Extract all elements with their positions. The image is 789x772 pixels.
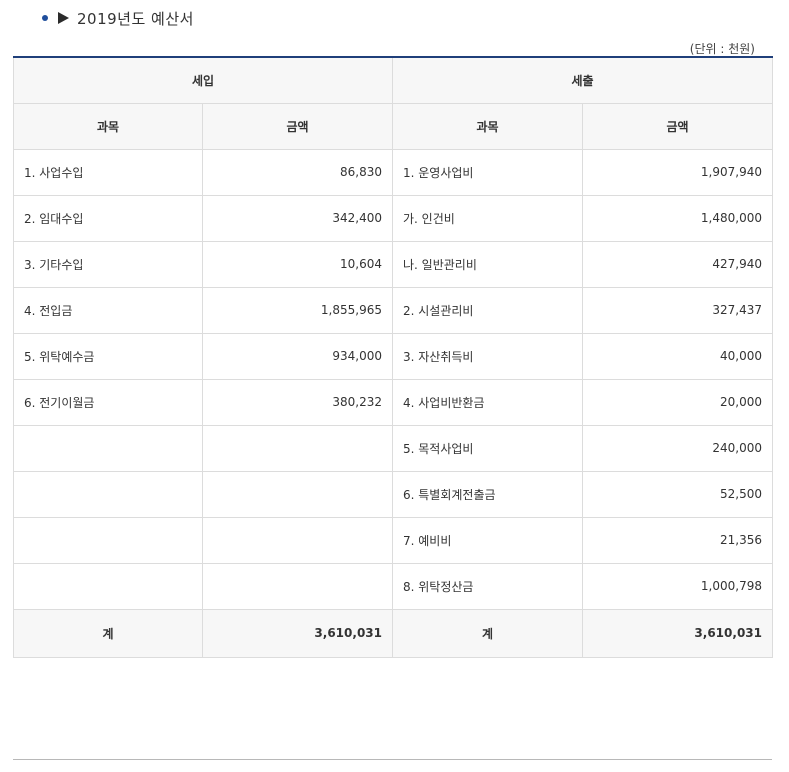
table-row: 6. 전기이월금 380,232 4. 사업비반환금 20,000 [13,378,773,426]
table-row: 5. 목적사업비 240,000 [13,424,773,472]
expenditure-item: 3. 자산취득비 [392,332,583,380]
table-row: 7. 예비비 21,356 [13,516,773,564]
revenue-amount: 342,400 [202,194,393,242]
revenue-amount: 934,000 [202,332,393,380]
unit-label: (단위 : 천원) [689,42,755,56]
expenditure-amount: 1,000,798 [582,562,773,610]
expenditure-item: 4. 사업비반환금 [392,378,583,426]
table-row: 6. 특별회계전출금 52,500 [13,470,773,518]
budget-table: 세입 세출 과목 금액 과목 금액 1. 사업수입 86,830 1. 운영사업… [13,56,773,658]
page-title: 2019년도 예산서 [77,9,194,28]
expenditure-amount: 240,000 [582,424,773,472]
expenditure-item: 8. 위탁정산금 [392,562,583,610]
expenditure-item: 나. 일반관리비 [392,240,583,288]
revenue-amount-header: 금액 [202,102,393,150]
revenue-amount [202,470,393,518]
expenditure-amount: 327,437 [582,286,773,334]
revenue-item: 2. 임대수입 [13,194,203,242]
expenditure-item: 5. 목적사업비 [392,424,583,472]
revenue-item [13,424,203,472]
revenue-amount: 86,830 [202,148,393,196]
table-row: 5. 위탁예수금 934,000 3. 자산취득비 40,000 [13,332,773,380]
expenditure-amount: 1,907,940 [582,148,773,196]
revenue-amount [202,516,393,564]
bullet-icon [42,15,48,21]
revenue-item [13,516,203,564]
revenue-header: 세입 [13,56,393,104]
revenue-item: 6. 전기이월금 [13,378,203,426]
page-title-row: 2019년도 예산서 [42,8,194,28]
expenditure-item: 2. 시설관리비 [392,286,583,334]
revenue-total-amount: 3,610,031 [202,608,393,658]
revenue-item [13,562,203,610]
revenue-total-label: 계 [13,608,203,658]
expenditure-amount: 52,500 [582,470,773,518]
expenditure-header: 세출 [392,56,773,104]
expenditure-amount-header: 금액 [582,102,773,150]
expenditure-amount: 1,480,000 [582,194,773,242]
expenditure-item: 6. 특별회계전출금 [392,470,583,518]
table-subheader-row: 과목 금액 과목 금액 [13,102,773,150]
bottom-divider [13,759,772,760]
revenue-amount: 1,855,965 [202,286,393,334]
revenue-item [13,470,203,518]
revenue-item: 5. 위탁예수금 [13,332,203,380]
triangle-right-icon [58,12,69,24]
revenue-amount: 10,604 [202,240,393,288]
expenditure-amount: 40,000 [582,332,773,380]
revenue-amount: 380,232 [202,378,393,426]
expenditure-item: 7. 예비비 [392,516,583,564]
expenditure-amount: 21,356 [582,516,773,564]
table-header-row: 세입 세출 [13,56,773,104]
expenditure-amount: 427,940 [582,240,773,288]
expenditure-item: 1. 운영사업비 [392,148,583,196]
revenue-item-header: 과목 [13,102,203,150]
table-row: 4. 전입금 1,855,965 2. 시설관리비 327,437 [13,286,773,334]
table-row: 2. 임대수입 342,400 가. 인건비 1,480,000 [13,194,773,242]
table-row: 3. 기타수입 10,604 나. 일반관리비 427,940 [13,240,773,288]
revenue-item: 3. 기타수입 [13,240,203,288]
revenue-item: 4. 전입금 [13,286,203,334]
expenditure-amount: 20,000 [582,378,773,426]
revenue-amount [202,562,393,610]
table-row: 1. 사업수입 86,830 1. 운영사업비 1,907,940 [13,148,773,196]
expenditure-total-label: 계 [392,608,583,658]
expenditure-total-amount: 3,610,031 [582,608,773,658]
expenditure-item-header: 과목 [392,102,583,150]
total-row: 계 3,610,031 계 3,610,031 [13,608,773,658]
expenditure-item: 가. 인건비 [392,194,583,242]
table-row: 8. 위탁정산금 1,000,798 [13,562,773,610]
revenue-amount [202,424,393,472]
revenue-item: 1. 사업수입 [13,148,203,196]
